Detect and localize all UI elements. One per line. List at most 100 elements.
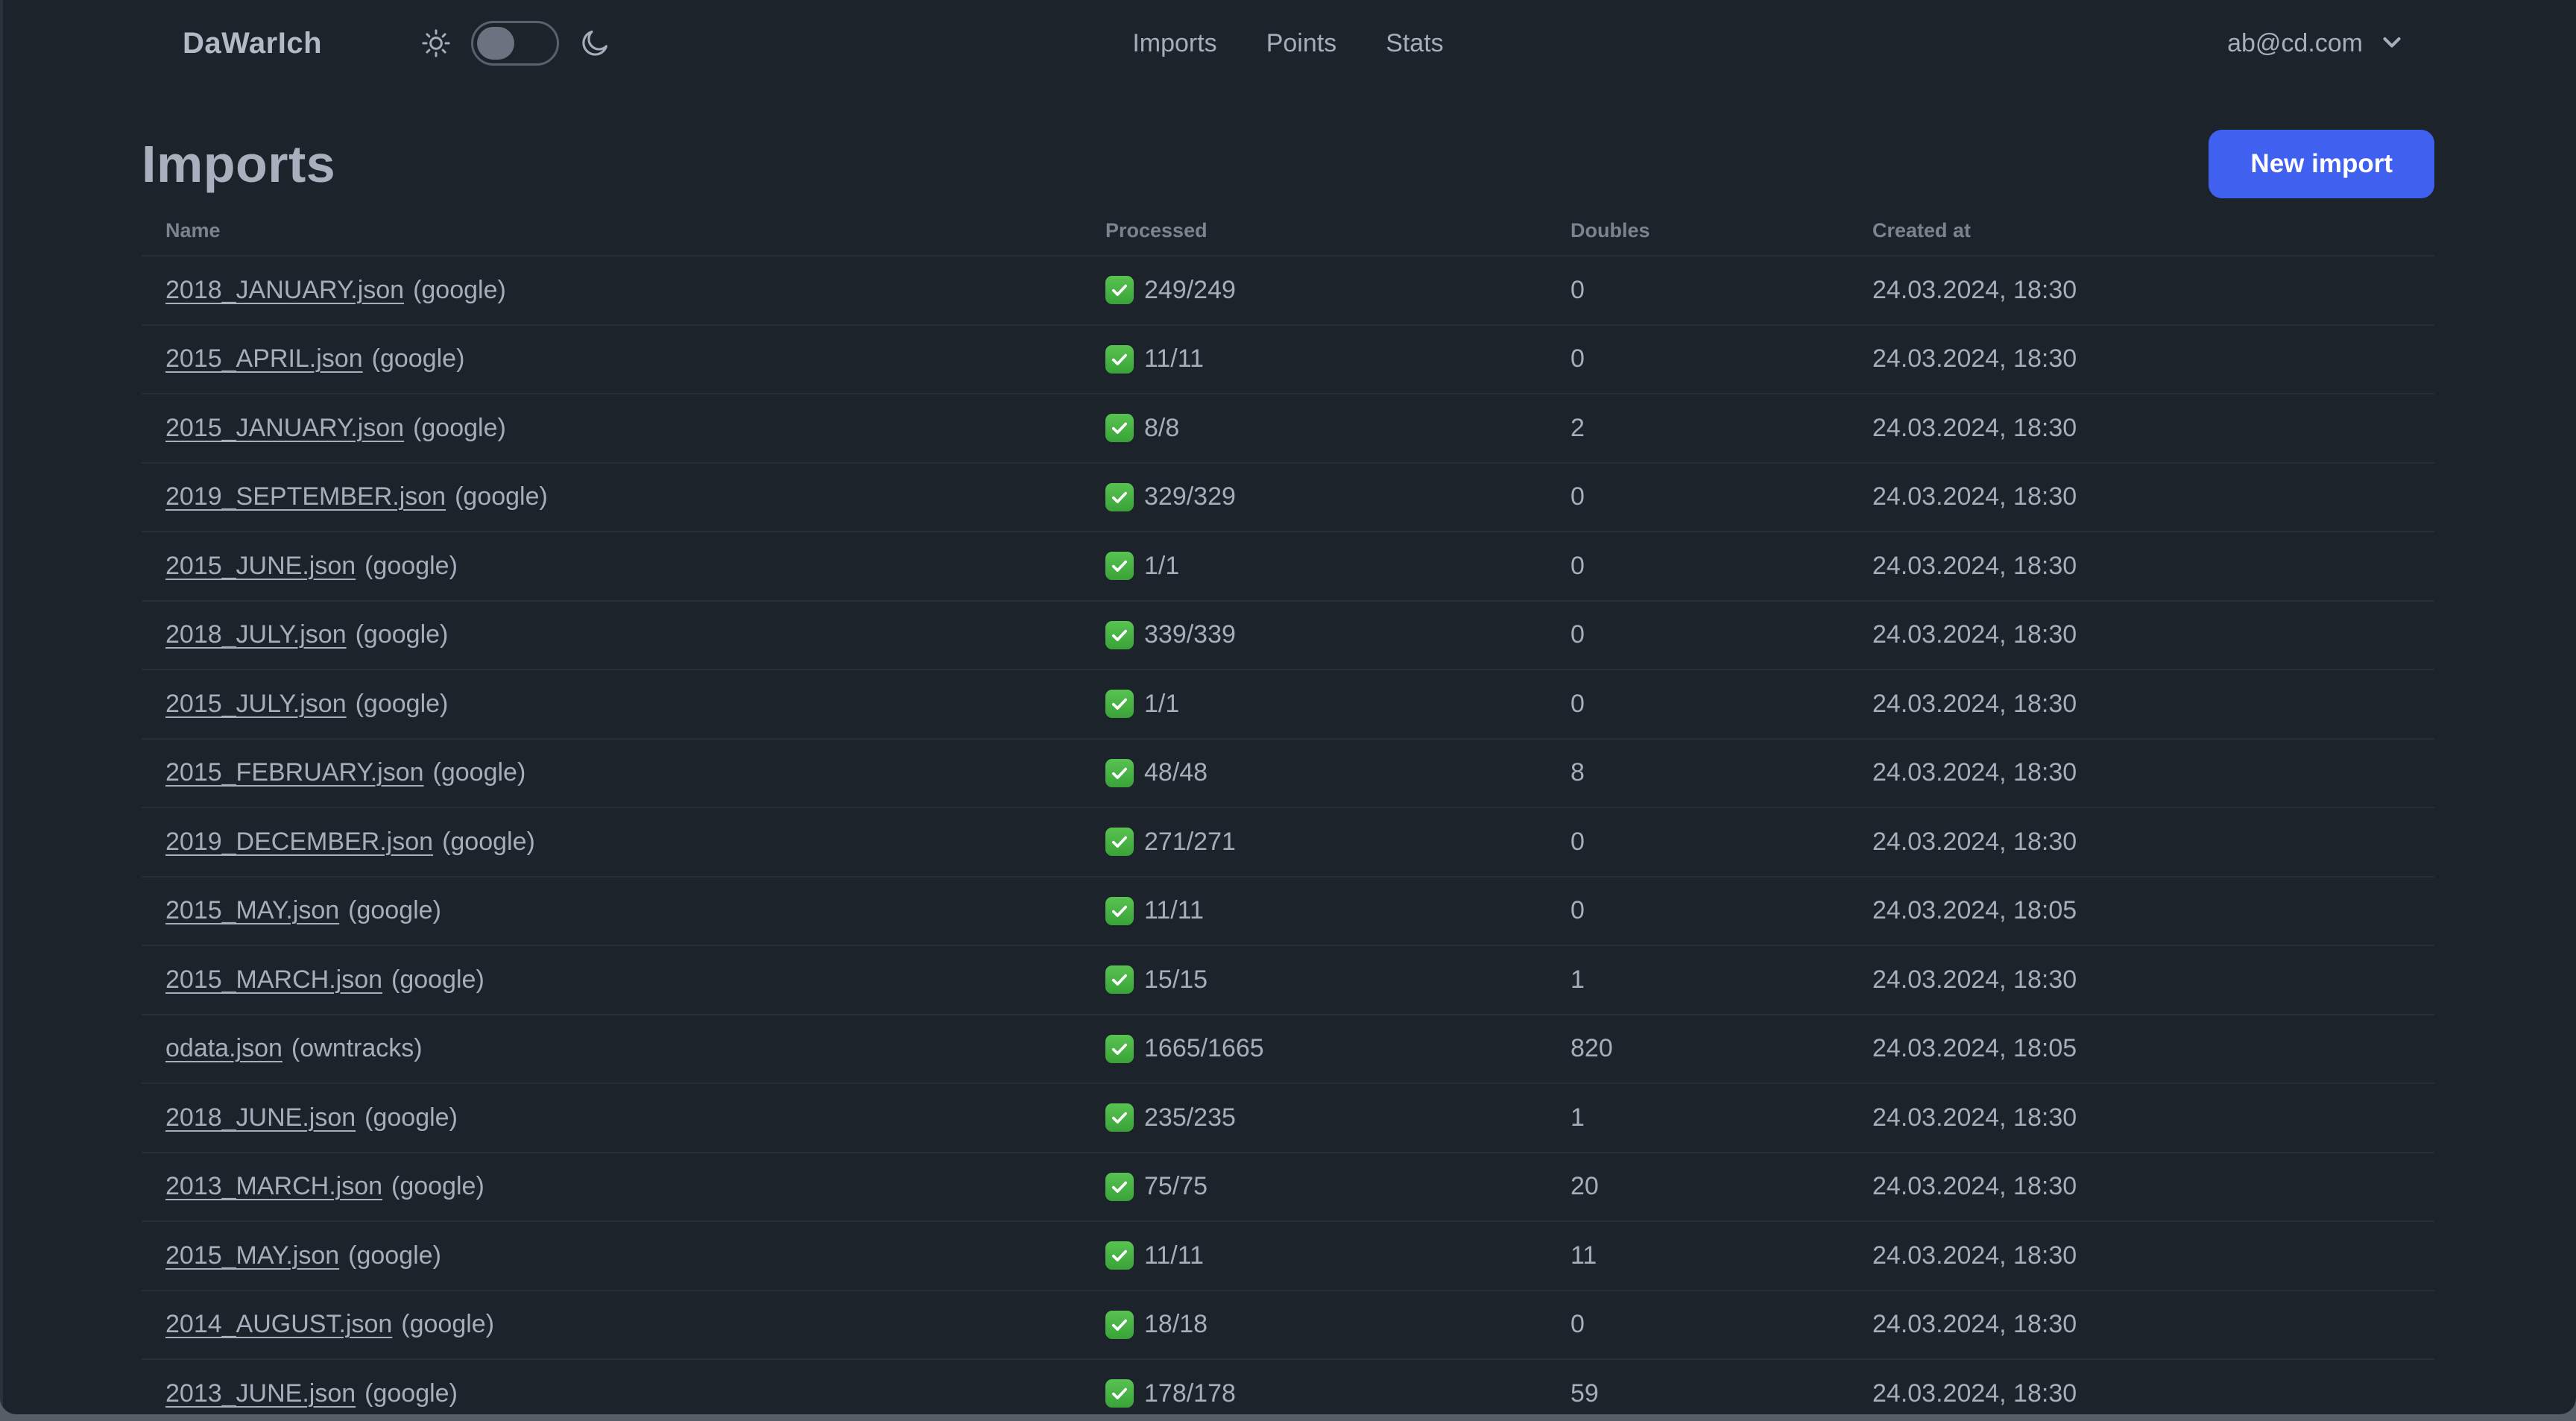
success-check-icon — [1105, 1103, 1134, 1132]
user-menu[interactable]: ab@cd.com — [2227, 0, 2406, 86]
import-file-link[interactable]: 2015_APRIL.json — [165, 344, 363, 374]
app-logo[interactable]: DaWarIch — [183, 27, 322, 60]
processed-count: 15/15 — [1144, 965, 1208, 994]
created-at-cell: 24.03.2024, 18:30 — [1849, 828, 2434, 857]
success-check-icon — [1105, 690, 1134, 719]
import-file-link[interactable]: 2015_MAY.json — [165, 1241, 339, 1270]
import-file-link[interactable]: 2018_JULY.json — [165, 620, 347, 649]
doubles-cell: 1 — [1547, 1103, 1849, 1132]
doubles-count: 11 — [1570, 1241, 1597, 1270]
import-file-link[interactable]: 2015_MAY.json — [165, 896, 339, 925]
table-row: 2018_JULY.json (google) 339/339 0 24.03.2024… — [142, 599, 2434, 669]
doubles-count: 59 — [1570, 1379, 1599, 1408]
top-navbar: DaWarIch Imports Points Stats ab@cd.com — [0, 0, 2576, 86]
import-file-link[interactable]: odata.json — [165, 1034, 282, 1063]
processed-cell: 75/75 — [1082, 1172, 1547, 1201]
processed-count: 235/235 — [1144, 1103, 1236, 1132]
doubles-count: 1 — [1570, 965, 1585, 994]
import-file-link[interactable]: 2015_JANUARY.json — [165, 414, 404, 443]
table-row: 2015_JUNE.json (google) 1/1 0 24.03.2024, 18… — [142, 531, 2434, 600]
table-row: 2018_JANUARY.json (google) 249/249 0 24.03.2… — [142, 255, 2434, 324]
import-name-cell: 2015_JULY.json (google) — [142, 690, 1082, 719]
created-at-value: 24.03.2024, 18:30 — [1872, 1172, 2077, 1201]
created-at-cell: 24.03.2024, 18:30 — [1849, 276, 2434, 305]
processed-cell: 18/18 — [1082, 1310, 1547, 1339]
import-name-cell: 2013_JUNE.json (google) — [142, 1379, 1082, 1408]
import-name-cell: 2015_MARCH.json (google) — [142, 965, 1082, 995]
import-source-label: (owntracks) — [291, 1034, 423, 1063]
app-window: DaWarIch Imports Points Stats ab@cd.com … — [0, 0, 2576, 1421]
horizontal-scrollbar[interactable] — [0, 1414, 2576, 1421]
doubles-count: 2 — [1570, 413, 1585, 442]
success-check-icon — [1105, 1241, 1134, 1270]
created-at-value: 24.03.2024, 18:30 — [1872, 965, 2077, 994]
doubles-cell: 2 — [1547, 414, 1849, 443]
processed-count: 1665/1665 — [1144, 1034, 1264, 1063]
nav-link-imports[interactable]: Imports — [1132, 29, 1216, 58]
import-name-cell: 2013_MARCH.json (google) — [142, 1172, 1082, 1201]
import-file-link[interactable]: 2019_SEPTEMBER.json — [165, 482, 446, 511]
created-at-cell: 24.03.2024, 18:30 — [1849, 1103, 2434, 1132]
processed-cell: 249/249 — [1082, 276, 1547, 305]
table-row: 2015_MAY.json (google) 11/11 0 24.03.2024, 1… — [142, 875, 2434, 945]
processed-count: 11/11 — [1144, 1241, 1205, 1270]
import-file-link[interactable]: 2015_JULY.json — [165, 690, 347, 719]
import-source-label: (google) — [413, 413, 506, 442]
processed-cell: 11/11 — [1082, 896, 1547, 925]
doubles-cell: 820 — [1547, 1034, 1849, 1063]
import-source-label: (google) — [348, 896, 441, 925]
processed-cell: 8/8 — [1082, 414, 1547, 443]
import-file-link[interactable]: 2014_AUGUST.json — [165, 1310, 392, 1339]
doubles-count: 1 — [1570, 1103, 1585, 1132]
table-row: 2013_MARCH.json (google) 75/75 20 24.03.2024… — [142, 1151, 2434, 1221]
created-at-cell: 24.03.2024, 18:30 — [1849, 1310, 2434, 1339]
import-name-cell: 2014_AUGUST.json (google) — [142, 1310, 1082, 1339]
doubles-cell: 0 — [1547, 1310, 1849, 1339]
doubles-count: 0 — [1570, 551, 1585, 580]
table-row: 2015_JANUARY.json (google) 8/8 2 24.03.2024,… — [142, 393, 2434, 462]
table-row: 2015_MAY.json (google) 11/11 11 24.03.2024, … — [142, 1220, 2434, 1290]
import-file-link[interactable]: 2015_FEBRUARY.json — [165, 758, 424, 787]
table-row: 2013_JUNE.json (google) 178/178 59 24.03.202… — [142, 1358, 2434, 1414]
page-title: Imports — [142, 135, 336, 193]
column-header-name: Name — [165, 218, 221, 242]
doubles-count: 8 — [1570, 758, 1585, 787]
import-name-cell: 2015_FEBRUARY.json (google) — [142, 758, 1082, 787]
toggle-knob — [477, 27, 515, 60]
import-file-link[interactable]: 2018_JUNE.json — [165, 1103, 356, 1132]
theme-toggle-switch[interactable] — [471, 21, 560, 66]
doubles-count: 0 — [1570, 344, 1585, 374]
import-source-label: (google) — [364, 1379, 458, 1408]
success-check-icon — [1105, 828, 1134, 857]
import-source-label: (google) — [364, 551, 458, 580]
processed-count: 339/339 — [1144, 620, 1236, 649]
import-file-link[interactable]: 2015_JUNE.json — [165, 552, 356, 581]
theme-toggle[interactable] — [420, 21, 611, 66]
created-at-value: 24.03.2024, 18:30 — [1872, 344, 2077, 374]
import-source-label: (google) — [432, 758, 526, 787]
import-file-link[interactable]: 2013_MARCH.json — [165, 1172, 382, 1201]
processed-count: 249/249 — [1144, 275, 1236, 304]
success-check-icon — [1105, 552, 1134, 581]
success-check-icon — [1105, 276, 1134, 305]
import-file-link[interactable]: 2015_MARCH.json — [165, 965, 382, 995]
new-import-button[interactable]: New import — [2209, 130, 2434, 198]
created-at-value: 24.03.2024, 18:30 — [1872, 275, 2077, 304]
nav-link-points[interactable]: Points — [1266, 29, 1337, 58]
import-file-link[interactable]: 2018_JANUARY.json — [165, 276, 404, 305]
import-name-cell: 2019_SEPTEMBER.json (google) — [142, 482, 1082, 511]
processed-cell: 11/11 — [1082, 1241, 1547, 1270]
column-header-processed: Processed — [1105, 218, 1208, 242]
created-at-value: 24.03.2024, 18:30 — [1872, 827, 2077, 856]
imports-table: Name Processed Doubles Created at 2018_J… — [142, 206, 2434, 1414]
processed-count: 271/271 — [1144, 827, 1236, 856]
nav-link-stats[interactable]: Stats — [1386, 29, 1443, 58]
success-check-icon — [1105, 414, 1134, 443]
processed-count: 1/1 — [1144, 689, 1180, 718]
import-file-link[interactable]: 2013_JUNE.json — [165, 1379, 356, 1408]
import-file-link[interactable]: 2019_DECEMBER.json — [165, 828, 433, 857]
created-at-cell: 24.03.2024, 18:30 — [1849, 1379, 2434, 1408]
import-source-label: (google) — [364, 1103, 458, 1132]
created-at-value: 24.03.2024, 18:30 — [1872, 413, 2077, 442]
import-name-cell: 2015_APRIL.json (google) — [142, 344, 1082, 374]
